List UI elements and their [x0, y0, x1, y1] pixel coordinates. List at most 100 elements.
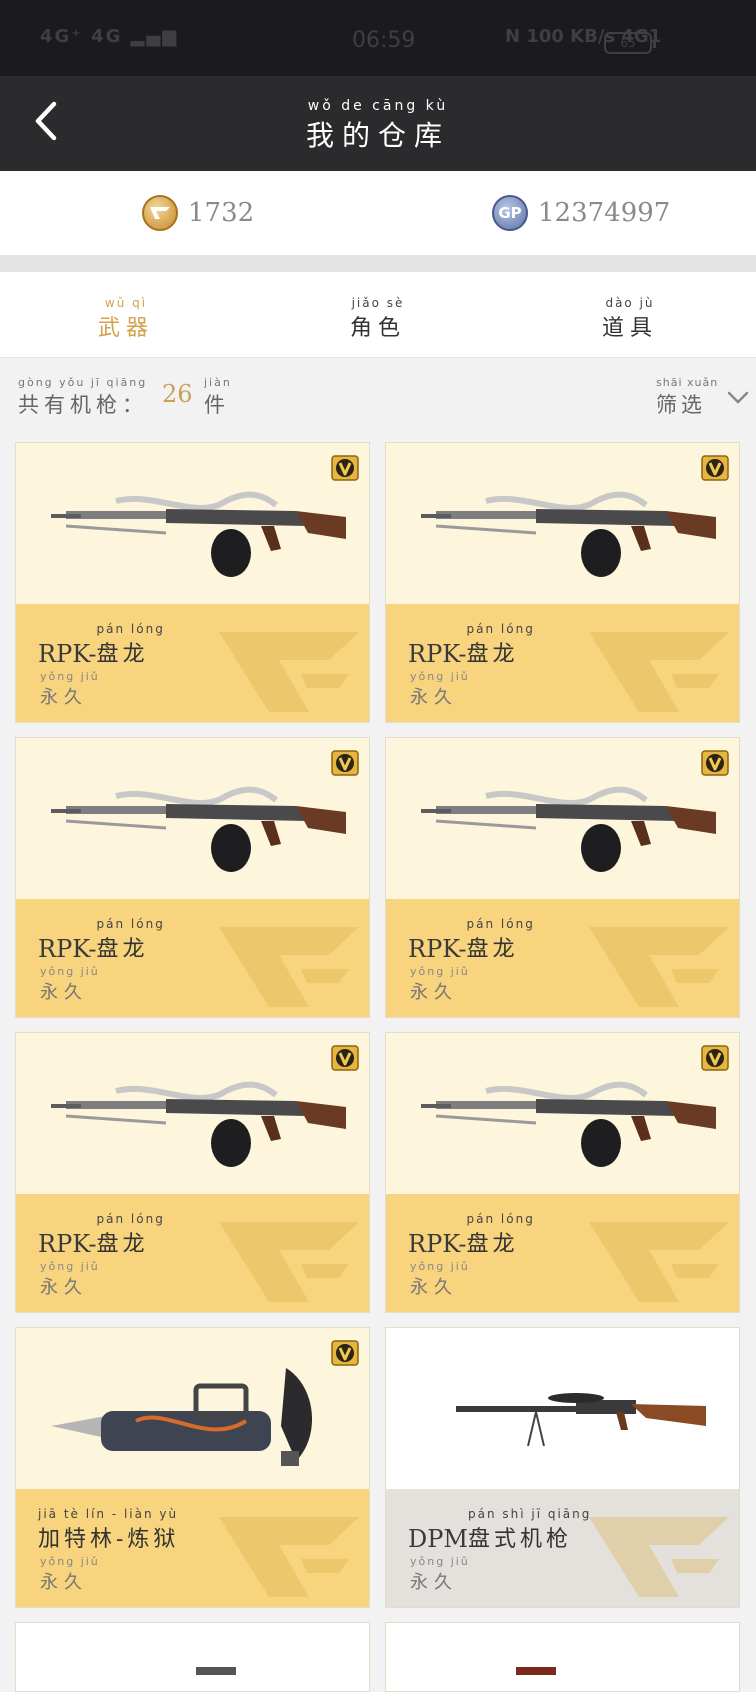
weapon-image-area	[16, 1328, 369, 1489]
weapon-name: RPK- pán lóng 盘龙	[408, 1212, 535, 1258]
vip-badge-icon	[331, 1045, 359, 1071]
weapon-card[interactable]: RPK- pán lóng 盘龙 yǒng jiǔ 永久	[385, 1032, 740, 1313]
divider	[0, 255, 756, 272]
weapon-name-prefix: RPK-	[38, 640, 97, 668]
weapon-name: DPM pán shì jī qiāng 盘式机枪	[408, 1507, 591, 1553]
cf-coin-icon	[142, 195, 178, 231]
tab-pinyin: wǔ qì	[104, 296, 148, 310]
weapon-duration-pinyin: yǒng jiǔ	[40, 1555, 100, 1568]
weapon-name-pinyin: jiā tè lín - liàn yù	[38, 1507, 179, 1521]
vip-badge-icon	[701, 455, 729, 481]
tab-characters[interactable]: jiǎo sè 角色	[318, 296, 438, 342]
gatling-weapon-image	[51, 1368, 313, 1466]
vip-badge-icon	[701, 1045, 729, 1071]
weapon-image-area	[386, 1033, 739, 1194]
page-title-pinyin: wǒ de cāng kù	[307, 98, 449, 114]
weapon-name-prefix: RPK-	[408, 935, 467, 963]
filter-button[interactable]: shāi xuǎn 筛选	[656, 376, 749, 426]
weapon-thumb-partial	[516, 1667, 556, 1675]
page-title-text: 我的仓库	[305, 119, 450, 152]
weapon-name-prefix: RPK-	[408, 640, 467, 668]
weapon-card[interactable]: RPK- pán lóng 盘龙 yǒng jiǔ 永久	[15, 737, 370, 1018]
weapon-card[interactable]: RPK- pán lóng 盘龙 yǒng jiǔ 永久	[385, 442, 740, 723]
cf-logo-watermark-icon	[219, 1517, 359, 1597]
battery-icon: 65	[604, 32, 656, 54]
tab-pinyin: jiǎo sè	[351, 296, 405, 310]
cf-logo-watermark-icon	[589, 1517, 729, 1597]
vip-badge-icon	[331, 455, 359, 481]
weapon-name-pinyin: pán shì jī qiāng	[467, 1507, 592, 1521]
list-header: gòng yǒu jī qiāng 共有机枪： 26 jiàn 件 shāi x…	[0, 358, 756, 438]
weapon-name: RPK- pán lóng 盘龙	[38, 1212, 165, 1258]
weapon-duration-text: 永久	[410, 1572, 458, 1593]
weapon-duration-text: 永久	[40, 1572, 88, 1593]
weapon-info-area: DPM pán shì jī qiāng 盘式机枪 yǒng jiǔ 永久	[386, 1489, 739, 1607]
category-tabs: wǔ qì 武器 jiǎo sè 角色 dào jù 道具	[0, 272, 756, 358]
cf-currency: 1732	[142, 193, 254, 233]
weapon-name-pinyin: pán lóng	[96, 917, 165, 931]
weapon-duration-pinyin: yǒng jiǔ	[40, 965, 100, 978]
weapon-duration: yǒng jiǔ 永久	[410, 1555, 470, 1594]
weapon-duration: yǒng jiǔ 永久	[40, 1260, 100, 1299]
gp-coin-icon: GP	[492, 195, 528, 231]
dpm-weapon-image	[456, 1393, 706, 1447]
weapon-name-text: 盘龙	[96, 642, 149, 667]
chevron-down-icon	[727, 391, 749, 404]
weapon-duration: yǒng jiǔ 永久	[40, 1555, 100, 1594]
signal-indicators: 4G⁺ 4G ▂▄▆	[40, 26, 179, 47]
vip-badge-icon	[331, 750, 359, 776]
weapon-image-area	[16, 443, 369, 604]
tab-label: 道具	[601, 316, 658, 341]
weapon-info-area: RPK- pán lóng 盘龙 yǒng jiǔ 永久	[16, 1194, 369, 1312]
weapon-card-partial[interactable]	[15, 1622, 370, 1692]
weapon-duration-pinyin: yǒng jiǔ	[410, 965, 470, 978]
cf-logo-watermark-icon	[589, 632, 729, 712]
weapon-name-text: 盘龙	[96, 937, 149, 962]
weapon-name-text: 盘龙	[96, 1232, 149, 1257]
weapon-name-prefix: DPM	[408, 1525, 468, 1553]
weapon-duration-text: 永久	[410, 687, 458, 708]
clock: 06:59	[352, 28, 416, 53]
weapon-info-area: RPK- pán lóng 盘龙 yǒng jiǔ 永久	[386, 604, 739, 722]
tab-weapons[interactable]: wǔ qì 武器	[66, 296, 186, 342]
nav-bar: wǒ de cāng kù 我的仓库	[0, 76, 756, 171]
weapon-image-area	[386, 738, 739, 899]
weapon-card-partial[interactable]	[385, 1622, 740, 1692]
page-title: wǒ de cāng kù 我的仓库	[0, 98, 756, 154]
rpk-weapon-image	[421, 786, 716, 872]
weapon-card[interactable]: jiā tè lín - liàn yù 加特林-炼狱 yǒng jiǔ 永久	[15, 1327, 370, 1608]
rpk-weapon-image	[421, 1081, 716, 1167]
weapon-name: RPK- pán lóng 盘龙	[408, 917, 535, 963]
weapon-duration: yǒng jiǔ 永久	[40, 965, 100, 1004]
weapon-name-pinyin: pán lóng	[466, 622, 535, 636]
status-bar: 4G⁺ 4G ▂▄▆ 06:59 N 100 KB/s 4G1 65	[0, 0, 756, 76]
weapon-image-area	[16, 738, 369, 899]
weapon-card[interactable]: RPK- pán lóng 盘龙 yǒng jiǔ 永久	[15, 1032, 370, 1313]
weapon-duration-text: 永久	[40, 687, 88, 708]
rpk-weapon-image	[51, 1081, 346, 1167]
tab-items[interactable]: dào jù 道具	[570, 296, 690, 342]
cf-logo-watermark-icon	[219, 632, 359, 712]
weapon-duration: yǒng jiǔ 永久	[410, 670, 470, 709]
cf-logo-watermark-icon	[589, 927, 729, 1007]
weapon-duration: yǒng jiǔ 永久	[410, 965, 470, 1004]
weapon-image-area	[16, 1033, 369, 1194]
weapon-card[interactable]: DPM pán shì jī qiāng 盘式机枪 yǒng jiǔ 永久	[385, 1327, 740, 1608]
weapon-name: RPK- pán lóng 盘龙	[408, 622, 535, 668]
weapon-name-pinyin: pán lóng	[96, 622, 165, 636]
weapon-card[interactable]: RPK- pán lóng 盘龙 yǒng jiǔ 永久	[15, 442, 370, 723]
weapon-duration-text: 永久	[40, 982, 88, 1003]
weapon-duration-pinyin: yǒng jiǔ	[40, 1260, 100, 1273]
weapon-name: RPK- pán lóng 盘龙	[38, 917, 165, 963]
count-label: gòng yǒu jī qiāng 共有机枪：	[18, 376, 148, 419]
cf-amount: 1732	[188, 198, 255, 228]
gp-currency: GP 12374997	[492, 193, 670, 233]
tab-pinyin: dào jù	[605, 296, 655, 310]
weapon-name-text: 盘龙	[466, 937, 519, 962]
weapon-name-text: 盘龙	[466, 642, 519, 667]
weapon-card[interactable]: RPK- pán lóng 盘龙 yǒng jiǔ 永久	[385, 737, 740, 1018]
weapon-image-area	[386, 1328, 739, 1489]
weapon-name-text: 盘龙	[466, 1232, 519, 1257]
weapon-thumb-partial	[196, 1667, 236, 1675]
count-unit-text: 件	[204, 393, 233, 417]
